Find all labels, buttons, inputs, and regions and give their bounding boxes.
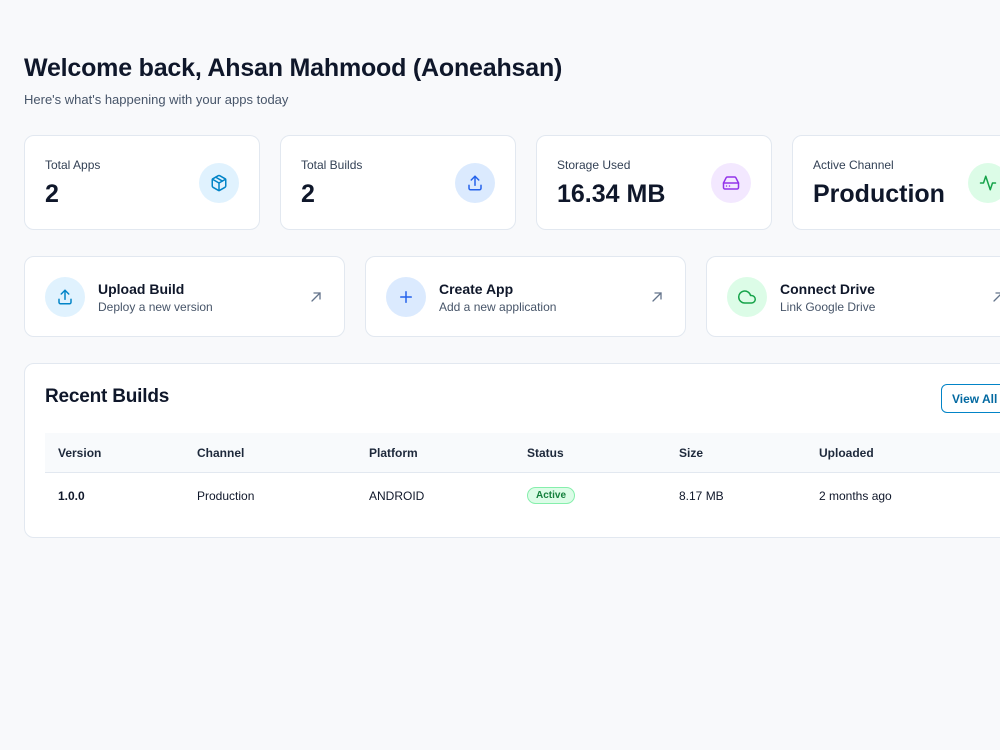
action-title: Upload Build (98, 281, 185, 297)
stat-card-active-channel: Active Channel Production (792, 135, 1000, 230)
upload-icon (45, 277, 85, 317)
package-icon (199, 163, 239, 203)
stat-label: Active Channel (813, 158, 894, 172)
cell-version: 1.0.0 (58, 489, 85, 503)
stat-value: 2 (45, 180, 59, 208)
connect-drive-action[interactable]: Connect Drive Link Google Drive (706, 256, 1000, 337)
action-description: Deploy a new version (98, 300, 213, 314)
column-header-size[interactable]: Size (679, 446, 703, 460)
stat-value: Production (813, 180, 945, 208)
stat-card-total-builds: Total Builds 2 (280, 135, 516, 230)
cloud-icon (727, 277, 767, 317)
action-title: Connect Drive (780, 281, 875, 297)
cell-uploaded: 2 months ago (819, 489, 892, 503)
builds-table: Version Channel Platform Status Size Upl… (45, 433, 1000, 517)
recent-builds-card: Recent Builds View All Version Channel P… (24, 363, 1000, 538)
column-header-channel[interactable]: Channel (197, 446, 244, 460)
arrow-up-right-icon (652, 292, 662, 302)
activity-icon (968, 163, 1000, 203)
column-header-version[interactable]: Version (58, 446, 101, 460)
stat-value: 2 (301, 180, 315, 208)
stat-card-storage-used: Storage Used 16.34 MB (536, 135, 772, 230)
page-subtitle: Here's what's happening with your apps t… (24, 92, 289, 107)
arrow-up-right-icon (993, 292, 1000, 302)
column-header-status[interactable]: Status (527, 446, 564, 460)
view-all-button[interactable]: View All (941, 384, 1000, 413)
action-description: Add a new application (439, 300, 557, 314)
stat-label: Total Builds (301, 158, 363, 172)
hard-drive-icon (711, 163, 751, 203)
table-header: Version Channel Platform Status Size Upl… (45, 433, 1000, 473)
upload-build-action[interactable]: Upload Build Deploy a new version (24, 256, 345, 337)
action-description: Link Google Drive (780, 300, 876, 314)
upload-icon (455, 163, 495, 203)
arrow-up-right-icon (311, 292, 321, 302)
create-app-action[interactable]: Create App Add a new application (365, 256, 686, 337)
stat-value: 16.34 MB (557, 180, 666, 208)
cell-channel: Production (197, 489, 255, 503)
action-title: Create App (439, 281, 514, 297)
table-row[interactable]: 1.0.0 Production ANDROID Active 8.17 MB … (45, 473, 1000, 517)
stat-label: Total Apps (45, 158, 101, 172)
plus-icon (386, 277, 426, 317)
cell-platform: ANDROID (369, 489, 425, 503)
stat-card-total-apps: Total Apps 2 (24, 135, 260, 230)
cell-size: 8.17 MB (679, 489, 724, 503)
status-badge: Active (527, 487, 576, 504)
recent-builds-title: Recent Builds (45, 386, 170, 407)
column-header-uploaded[interactable]: Uploaded (819, 446, 874, 460)
stat-label: Storage Used (557, 158, 631, 172)
page-title: Welcome back, Ahsan Mahmood (Aoneahsan) (24, 54, 563, 82)
column-header-platform[interactable]: Platform (369, 446, 418, 460)
